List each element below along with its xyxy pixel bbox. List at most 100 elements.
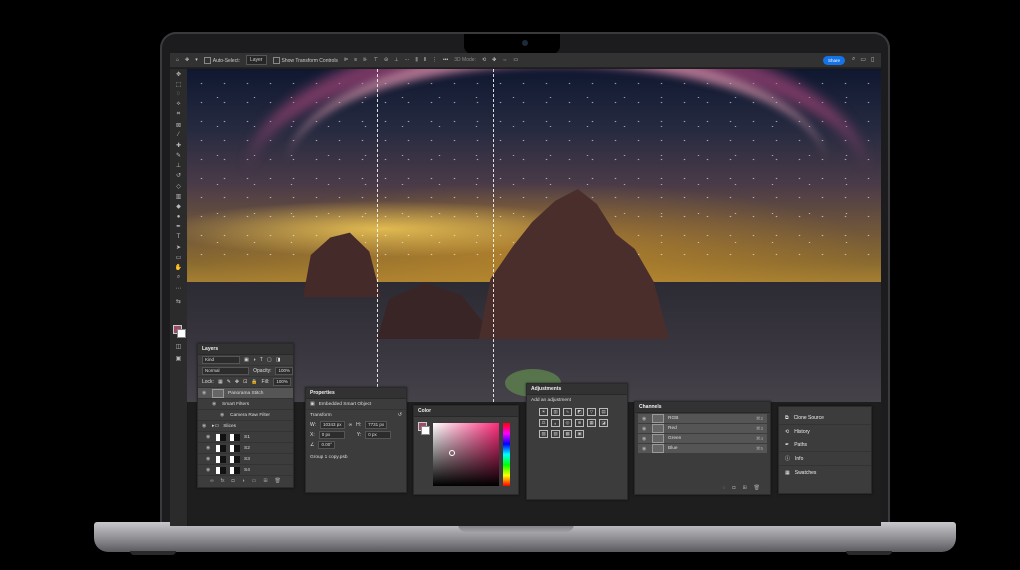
align-right-icon[interactable]: ⊪ <box>363 57 367 63</box>
stamp-tool-icon[interactable]: ⊥ <box>170 161 187 171</box>
lock-all-icon[interactable]: 🔒 <box>251 379 257 385</box>
new-layer-icon[interactable]: ⊞ <box>263 478 267 484</box>
3d-pan-icon[interactable]: ✤ <box>492 57 496 63</box>
visibility-eye-icon[interactable]: ◉ <box>202 390 208 396</box>
frame-tool-icon[interactable]: ⊠ <box>170 120 187 130</box>
layer-row[interactable]: ◉ S2 <box>198 443 293 454</box>
more-tools-icon[interactable]: ⋯ <box>170 283 187 293</box>
channel-mixer-icon[interactable]: ⊕ <box>575 419 584 427</box>
hue-slider[interactable] <box>503 423 510 486</box>
color-picker-cursor[interactable] <box>449 450 455 456</box>
y-field[interactable]: 0 px <box>365 431 392 439</box>
default-colors-icon[interactable]: ⇆ <box>170 296 187 306</box>
more-options-icon[interactable]: ••• <box>443 57 448 63</box>
filter-kind-select[interactable]: Kind <box>202 356 240 364</box>
auto-select-checkbox[interactable]: Auto-Select: <box>203 56 240 64</box>
color-field[interactable] <box>433 423 499 486</box>
x-field[interactable]: 0 px <box>318 431 345 439</box>
pen-tool-icon[interactable]: ✒ <box>170 222 187 232</box>
reset-icon[interactable]: ↺ <box>398 412 402 418</box>
visibility-eye-icon[interactable]: ◉ <box>642 436 648 442</box>
visibility-eye-icon[interactable]: ◉ <box>206 467 212 473</box>
home-icon[interactable]: ⌂ <box>176 57 179 63</box>
eyedropper-tool-icon[interactable]: ⁄ <box>170 130 187 140</box>
visibility-eye-icon[interactable]: ◉ <box>220 412 226 418</box>
panel-stack-item-clone-source[interactable]: ⧉ Clone Source <box>779 411 871 425</box>
black-white-icon[interactable]: ◐ <box>551 419 560 427</box>
workspace-icon[interactable]: ▭ <box>860 56 866 63</box>
blur-tool-icon[interactable]: ◆ <box>170 201 187 211</box>
angle-field[interactable]: 0.00° <box>318 441 336 449</box>
mask-icon[interactable]: ◘ <box>232 478 235 484</box>
panel-stack-item-paths[interactable]: ✒ Paths <box>779 438 871 452</box>
align-top-icon[interactable]: ⊤ <box>374 57 378 63</box>
chevron-down-icon[interactable]: ▾ <box>195 57 198 63</box>
layer-row[interactable]: ◉ S4 <box>198 465 293 476</box>
lock-pixels-icon[interactable]: ▦ <box>218 379 223 385</box>
show-transform-checkbox[interactable]: Show Transform Controls <box>272 56 338 64</box>
blend-mode-select[interactable]: Normal <box>202 367 250 375</box>
vibrance-icon[interactable]: ▽ <box>587 408 596 416</box>
lock-paint-icon[interactable]: ✎ <box>227 379 231 385</box>
hue-saturation-icon[interactable]: ▤ <box>599 408 608 416</box>
lasso-tool-icon[interactable]: ◌ <box>170 89 187 99</box>
align-middle-icon[interactable]: ⊝ <box>384 57 388 63</box>
distribute-icon[interactable]: ⫼ <box>416 57 418 63</box>
screen-mode-icon[interactable]: ▣ <box>170 353 187 363</box>
filter-smart-icon[interactable]: ◨ <box>276 357 281 363</box>
levels-icon[interactable]: ▥ <box>551 408 560 416</box>
visibility-eye-icon[interactable]: ◉ <box>206 456 212 462</box>
3d-slide-icon[interactable]: ⇔ <box>502 57 507 63</box>
filter-type-icon[interactable]: T <box>260 357 263 363</box>
visibility-eye-icon[interactable]: ◉ <box>642 446 648 452</box>
photo-filter-icon[interactable]: ◎ <box>563 419 572 427</box>
hand-tool-icon[interactable]: ✋ <box>170 263 187 273</box>
visibility-eye-icon[interactable]: ◉ <box>206 445 212 451</box>
height-field[interactable]: 7731 px <box>365 421 388 429</box>
distribute-icon[interactable]: ⦀ <box>424 57 426 63</box>
channel-row[interactable]: ◉ Blue ⌘5 <box>638 444 767 453</box>
visibility-eye-icon[interactable]: ◉ <box>206 434 212 440</box>
quick-mask-icon[interactable]: ◫ <box>170 341 187 351</box>
panel-stack-item-history[interactable]: ⟲ History <box>779 425 871 438</box>
load-selection-icon[interactable]: ◌ <box>722 485 725 491</box>
trash-icon[interactable]: 🗑 <box>754 485 760 491</box>
history-brush-tool-icon[interactable]: ↺ <box>170 171 187 181</box>
layer-row[interactable]: ◉ S3 <box>198 454 293 465</box>
visibility-eye-icon[interactable]: ◉ <box>202 423 208 429</box>
layer-row[interactable]: ◉ Smart Filters <box>198 399 293 410</box>
brush-tool-icon[interactable]: ✎ <box>170 151 187 161</box>
link-icon[interactable]: ∞ <box>349 422 353 428</box>
shape-tool-icon[interactable]: ▭ <box>170 252 187 262</box>
panel-toggle-icon[interactable]: ▯ <box>871 56 874 63</box>
brightness-icon[interactable]: ☀ <box>539 408 548 416</box>
layer-row[interactable]: ◉ Panorama Stitch <box>198 388 293 399</box>
lock-artboard-icon[interactable]: ⊡ <box>243 379 247 385</box>
zoom-tool-icon[interactable]: ⌕ <box>170 273 187 283</box>
curves-icon[interactable]: ∿ <box>563 408 572 416</box>
color-lookup-icon[interactable]: ▦ <box>587 419 596 427</box>
filter-adjust-icon[interactable]: ◑ <box>253 357 256 363</box>
path-select-tool-icon[interactable]: ➤ <box>170 242 187 252</box>
share-button[interactable]: Share <box>823 56 845 65</box>
marquee-tool-icon[interactable]: ⬚ <box>170 79 187 89</box>
align-center-icon[interactable]: ≡ <box>354 57 357 63</box>
visibility-eye-icon[interactable]: ◉ <box>642 426 648 432</box>
save-selection-icon[interactable]: ◘ <box>732 485 735 491</box>
lock-position-icon[interactable]: ✥ <box>235 379 239 385</box>
selective-color-icon[interactable]: ▣ <box>575 430 584 438</box>
gradient-map-icon[interactable]: ▩ <box>563 430 572 438</box>
color-balance-icon[interactable]: ⚖ <box>539 419 548 427</box>
distribute-icon[interactable]: ⋯ <box>405 57 410 63</box>
adjustment-icon[interactable]: ◑ <box>242 478 245 484</box>
new-channel-icon[interactable]: ⊞ <box>742 485 746 491</box>
visibility-eye-icon[interactable]: ◉ <box>642 416 648 422</box>
panel-stack-item-info[interactable]: ⓘ Info <box>779 452 871 466</box>
move-tool-icon[interactable]: ✥ <box>185 57 189 63</box>
gradient-tool-icon[interactable]: ▥ <box>170 191 187 201</box>
width-field[interactable]: 10343 px <box>320 421 345 429</box>
threshold-icon[interactable]: ▨ <box>551 430 560 438</box>
trash-icon[interactable]: 🗑 <box>275 478 281 484</box>
fx-icon[interactable]: fx <box>221 478 225 484</box>
move-tool-icon[interactable]: ✥ <box>170 69 187 79</box>
